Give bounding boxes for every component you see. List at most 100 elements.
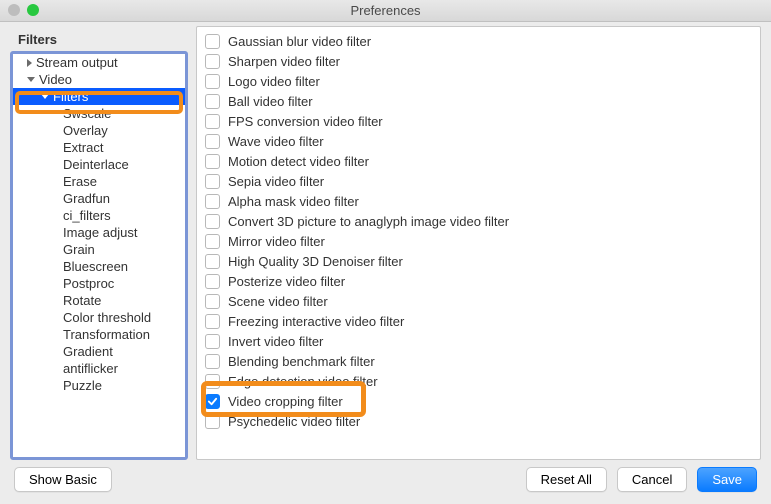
- filter-label: Motion detect video filter: [228, 154, 369, 169]
- tree-item[interactable]: Stream output: [13, 54, 185, 71]
- filter-checkbox[interactable]: [205, 194, 220, 209]
- filter-row: Mirror video filter: [205, 231, 760, 251]
- tree-item[interactable]: Video: [13, 71, 185, 88]
- filter-checkbox[interactable]: [205, 274, 220, 289]
- filter-checkbox[interactable]: [205, 74, 220, 89]
- filter-checkbox[interactable]: [205, 294, 220, 309]
- filter-checkbox[interactable]: [205, 254, 220, 269]
- filter-label: High Quality 3D Denoiser filter: [228, 254, 403, 269]
- filter-row: Sepia video filter: [205, 171, 760, 191]
- filter-label: Video cropping filter: [228, 394, 343, 409]
- tree-item[interactable]: Gradfun: [13, 190, 185, 207]
- tree-item-label: Transformation: [63, 327, 150, 342]
- filter-row: Invert video filter: [205, 331, 760, 351]
- tree-item[interactable]: Image adjust: [13, 224, 185, 241]
- filter-label: Logo video filter: [228, 74, 320, 89]
- filter-label: Convert 3D picture to anaglyph image vid…: [228, 214, 509, 229]
- filter-checkbox[interactable]: [205, 54, 220, 69]
- cancel-button[interactable]: Cancel: [617, 467, 687, 492]
- tree-item-label: Bluescreen: [63, 259, 128, 274]
- tree-item-label: Gradient: [63, 344, 113, 359]
- filter-label: Edge detection video filter: [228, 374, 378, 389]
- filter-row: Video cropping filter: [205, 391, 760, 411]
- filter-label: Ball video filter: [228, 94, 313, 109]
- filter-row: Scene video filter: [205, 291, 760, 311]
- filter-label: Alpha mask video filter: [228, 194, 359, 209]
- filter-label: Invert video filter: [228, 334, 323, 349]
- tree-item[interactable]: Deinterlace: [13, 156, 185, 173]
- tree-item[interactable]: Puzzle: [13, 377, 185, 394]
- section-header-filters: Filters: [10, 26, 188, 51]
- tree-item[interactable]: antiflicker: [13, 360, 185, 377]
- filter-checkbox[interactable]: [205, 314, 220, 329]
- window-title: Preferences: [350, 3, 420, 18]
- tree-item-label: antiflicker: [63, 361, 118, 376]
- tree-item[interactable]: Filters: [13, 88, 185, 105]
- filter-checkbox[interactable]: [205, 414, 220, 429]
- filter-checkbox[interactable]: [205, 234, 220, 249]
- tree-item-label: Grain: [63, 242, 95, 257]
- window-controls: [8, 4, 39, 16]
- filter-row: Edge detection video filter: [205, 371, 760, 391]
- filter-tree[interactable]: Stream outputVideoFilters Swscale Overlay E…: [10, 51, 188, 460]
- tree-item[interactable]: Rotate: [13, 292, 185, 309]
- tree-item-label: Overlay: [63, 123, 108, 138]
- tree-item[interactable]: Transformation: [13, 326, 185, 343]
- zoom-window-icon[interactable]: [27, 4, 39, 16]
- filter-checkbox[interactable]: [205, 394, 220, 409]
- filter-checkbox[interactable]: [205, 94, 220, 109]
- tree-item[interactable]: ci_filters: [13, 207, 185, 224]
- tree-item[interactable]: Swscale: [13, 105, 185, 122]
- tree-item[interactable]: Bluescreen: [13, 258, 185, 275]
- tree-item-label: ci_filters: [63, 208, 111, 223]
- filter-label: Scene video filter: [228, 294, 328, 309]
- tree-item[interactable]: Erase: [13, 173, 185, 190]
- filter-label: FPS conversion video filter: [228, 114, 383, 129]
- filter-checkbox[interactable]: [205, 114, 220, 129]
- filter-row: Posterize video filter: [205, 271, 760, 291]
- tree-item-label: Gradfun: [63, 191, 110, 206]
- tree-item[interactable]: Gradient: [13, 343, 185, 360]
- tree-item-label: Extract: [63, 140, 103, 155]
- filter-row: Logo video filter: [205, 71, 760, 91]
- tree-item[interactable]: Extract: [13, 139, 185, 156]
- filter-checkbox[interactable]: [205, 34, 220, 49]
- save-button[interactable]: Save: [697, 467, 757, 492]
- reset-all-button[interactable]: Reset All: [526, 467, 607, 492]
- show-basic-button[interactable]: Show Basic: [14, 467, 112, 492]
- filter-checkbox[interactable]: [205, 334, 220, 349]
- filter-label: Blending benchmark filter: [228, 354, 375, 369]
- filter-checkbox[interactable]: [205, 174, 220, 189]
- tree-item[interactable]: Postproc: [13, 275, 185, 292]
- filter-options-panel: Gaussian blur video filter Sharpen video …: [196, 26, 761, 460]
- tree-item-label: Stream output: [36, 55, 118, 70]
- filter-row: Psychedelic video filter: [205, 411, 760, 431]
- filter-label: Sharpen video filter: [228, 54, 340, 69]
- tree-item[interactable]: Overlay: [13, 122, 185, 139]
- filter-row: High Quality 3D Denoiser filter: [205, 251, 760, 271]
- filter-checkbox[interactable]: [205, 214, 220, 229]
- filter-checkbox[interactable]: [205, 374, 220, 389]
- filter-checkbox-list[interactable]: Gaussian blur video filter Sharpen video …: [197, 27, 760, 459]
- tree-item-label: Color threshold: [63, 310, 151, 325]
- filter-label: Freezing interactive video filter: [228, 314, 404, 329]
- filter-label: Wave video filter: [228, 134, 324, 149]
- filter-row: Blending benchmark filter: [205, 351, 760, 371]
- filter-row: FPS conversion video filter: [205, 111, 760, 131]
- caret-down-icon: [27, 77, 35, 82]
- footer: Show Basic Reset All Cancel Save: [0, 460, 771, 504]
- tree-item[interactable]: Color threshold: [13, 309, 185, 326]
- tree-item-label: Puzzle: [63, 378, 102, 393]
- filter-label: Psychedelic video filter: [228, 414, 360, 429]
- filter-label: Posterize video filter: [228, 274, 345, 289]
- filter-checkbox[interactable]: [205, 134, 220, 149]
- tree-item-label: Swscale: [63, 106, 111, 121]
- filter-checkbox[interactable]: [205, 154, 220, 169]
- tree-item-label: Image adjust: [63, 225, 137, 240]
- filter-label: Gaussian blur video filter: [228, 34, 371, 49]
- tree-item[interactable]: Grain: [13, 241, 185, 258]
- close-window-icon[interactable]: [8, 4, 20, 16]
- filter-row: Ball video filter: [205, 91, 760, 111]
- filter-checkbox[interactable]: [205, 354, 220, 369]
- tree-item-label: Filters: [53, 89, 88, 104]
